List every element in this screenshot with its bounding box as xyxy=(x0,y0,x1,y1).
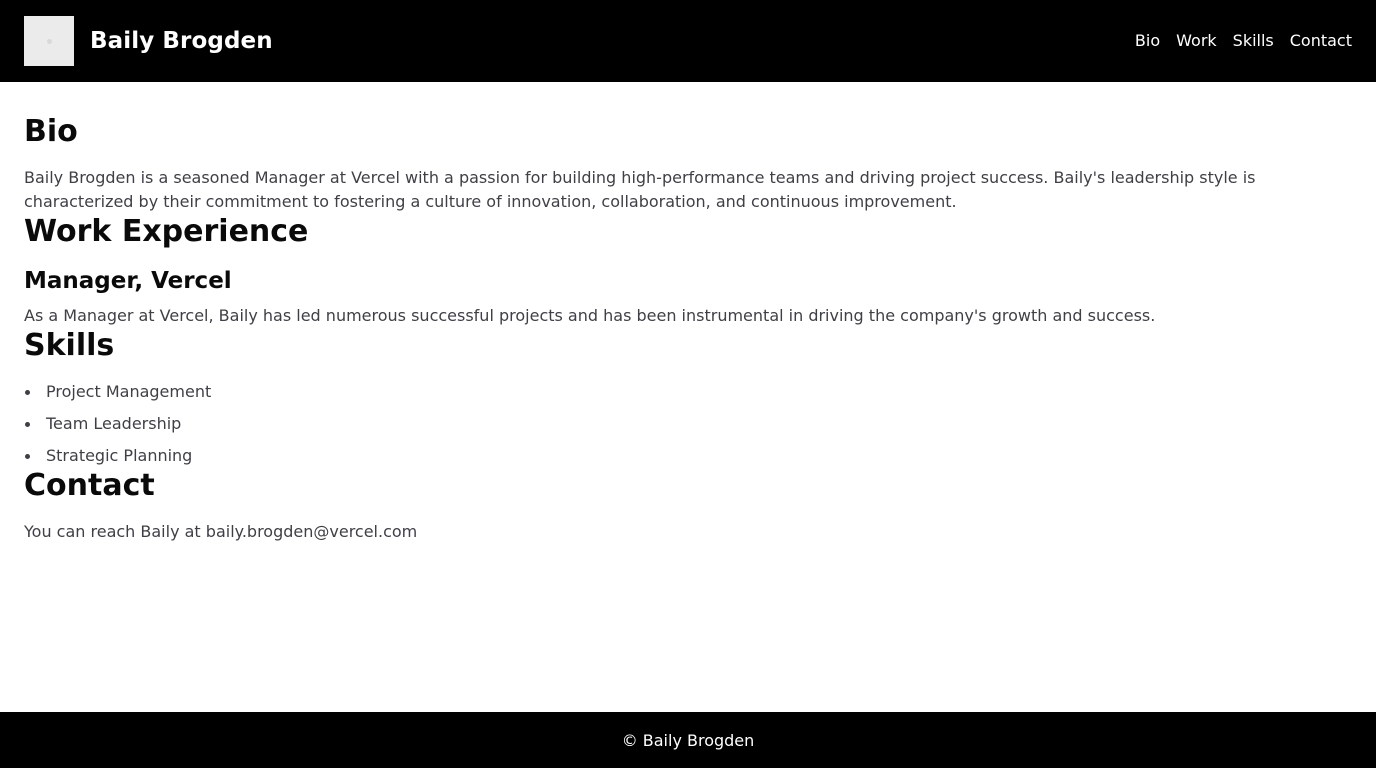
main-content: Bio Baily Brogden is a seasoned Manager … xyxy=(24,114,1352,544)
nav-link-work[interactable]: Work xyxy=(1176,31,1217,51)
contact-text: You can reach Baily at baily.brogden@ver… xyxy=(24,522,418,541)
main-nav: Bio Work Skills Contact xyxy=(1135,31,1352,51)
site-header: Baily Brogden Bio Work Skills Contact xyxy=(0,0,1376,82)
site-footer: © Baily Brogden xyxy=(0,712,1376,768)
list-item: Project Management xyxy=(24,380,1352,404)
avatar-placeholder-icon xyxy=(46,38,52,44)
skills-section: Skills Project Management Team Leadershi… xyxy=(24,328,1352,468)
bio-text: Baily Brogden is a seasoned Manager at V… xyxy=(24,168,1256,211)
nav-link-contact[interactable]: Contact xyxy=(1290,31,1352,51)
list-item: Strategic Planning xyxy=(24,444,1352,468)
list-item: Team Leadership xyxy=(24,412,1352,436)
skills-heading: Skills xyxy=(24,328,115,363)
job-title: Manager, Vercel xyxy=(24,268,232,294)
job-description: As a Manager at Vercel, Baily has led nu… xyxy=(24,306,1156,325)
nav-link-skills[interactable]: Skills xyxy=(1233,31,1274,51)
work-section: Work Experience Manager, Vercel As a Man… xyxy=(24,214,1352,328)
page: Baily Brogden Bio Work Skills Contact Bi… xyxy=(0,0,1376,768)
skills-list: Project Management Team Leadership Strat… xyxy=(24,380,1352,468)
site-title: Baily Brogden xyxy=(90,28,273,54)
nav-link-bio[interactable]: Bio xyxy=(1135,31,1160,51)
contact-section: Contact You can reach Baily at baily.bro… xyxy=(24,468,1352,544)
contact-heading: Contact xyxy=(24,468,155,503)
avatar xyxy=(24,16,74,66)
bio-heading: Bio xyxy=(24,114,78,149)
bio-section: Bio Baily Brogden is a seasoned Manager … xyxy=(24,114,1352,214)
footer-copyright: © Baily Brogden xyxy=(621,730,755,750)
work-heading: Work Experience xyxy=(24,214,309,249)
